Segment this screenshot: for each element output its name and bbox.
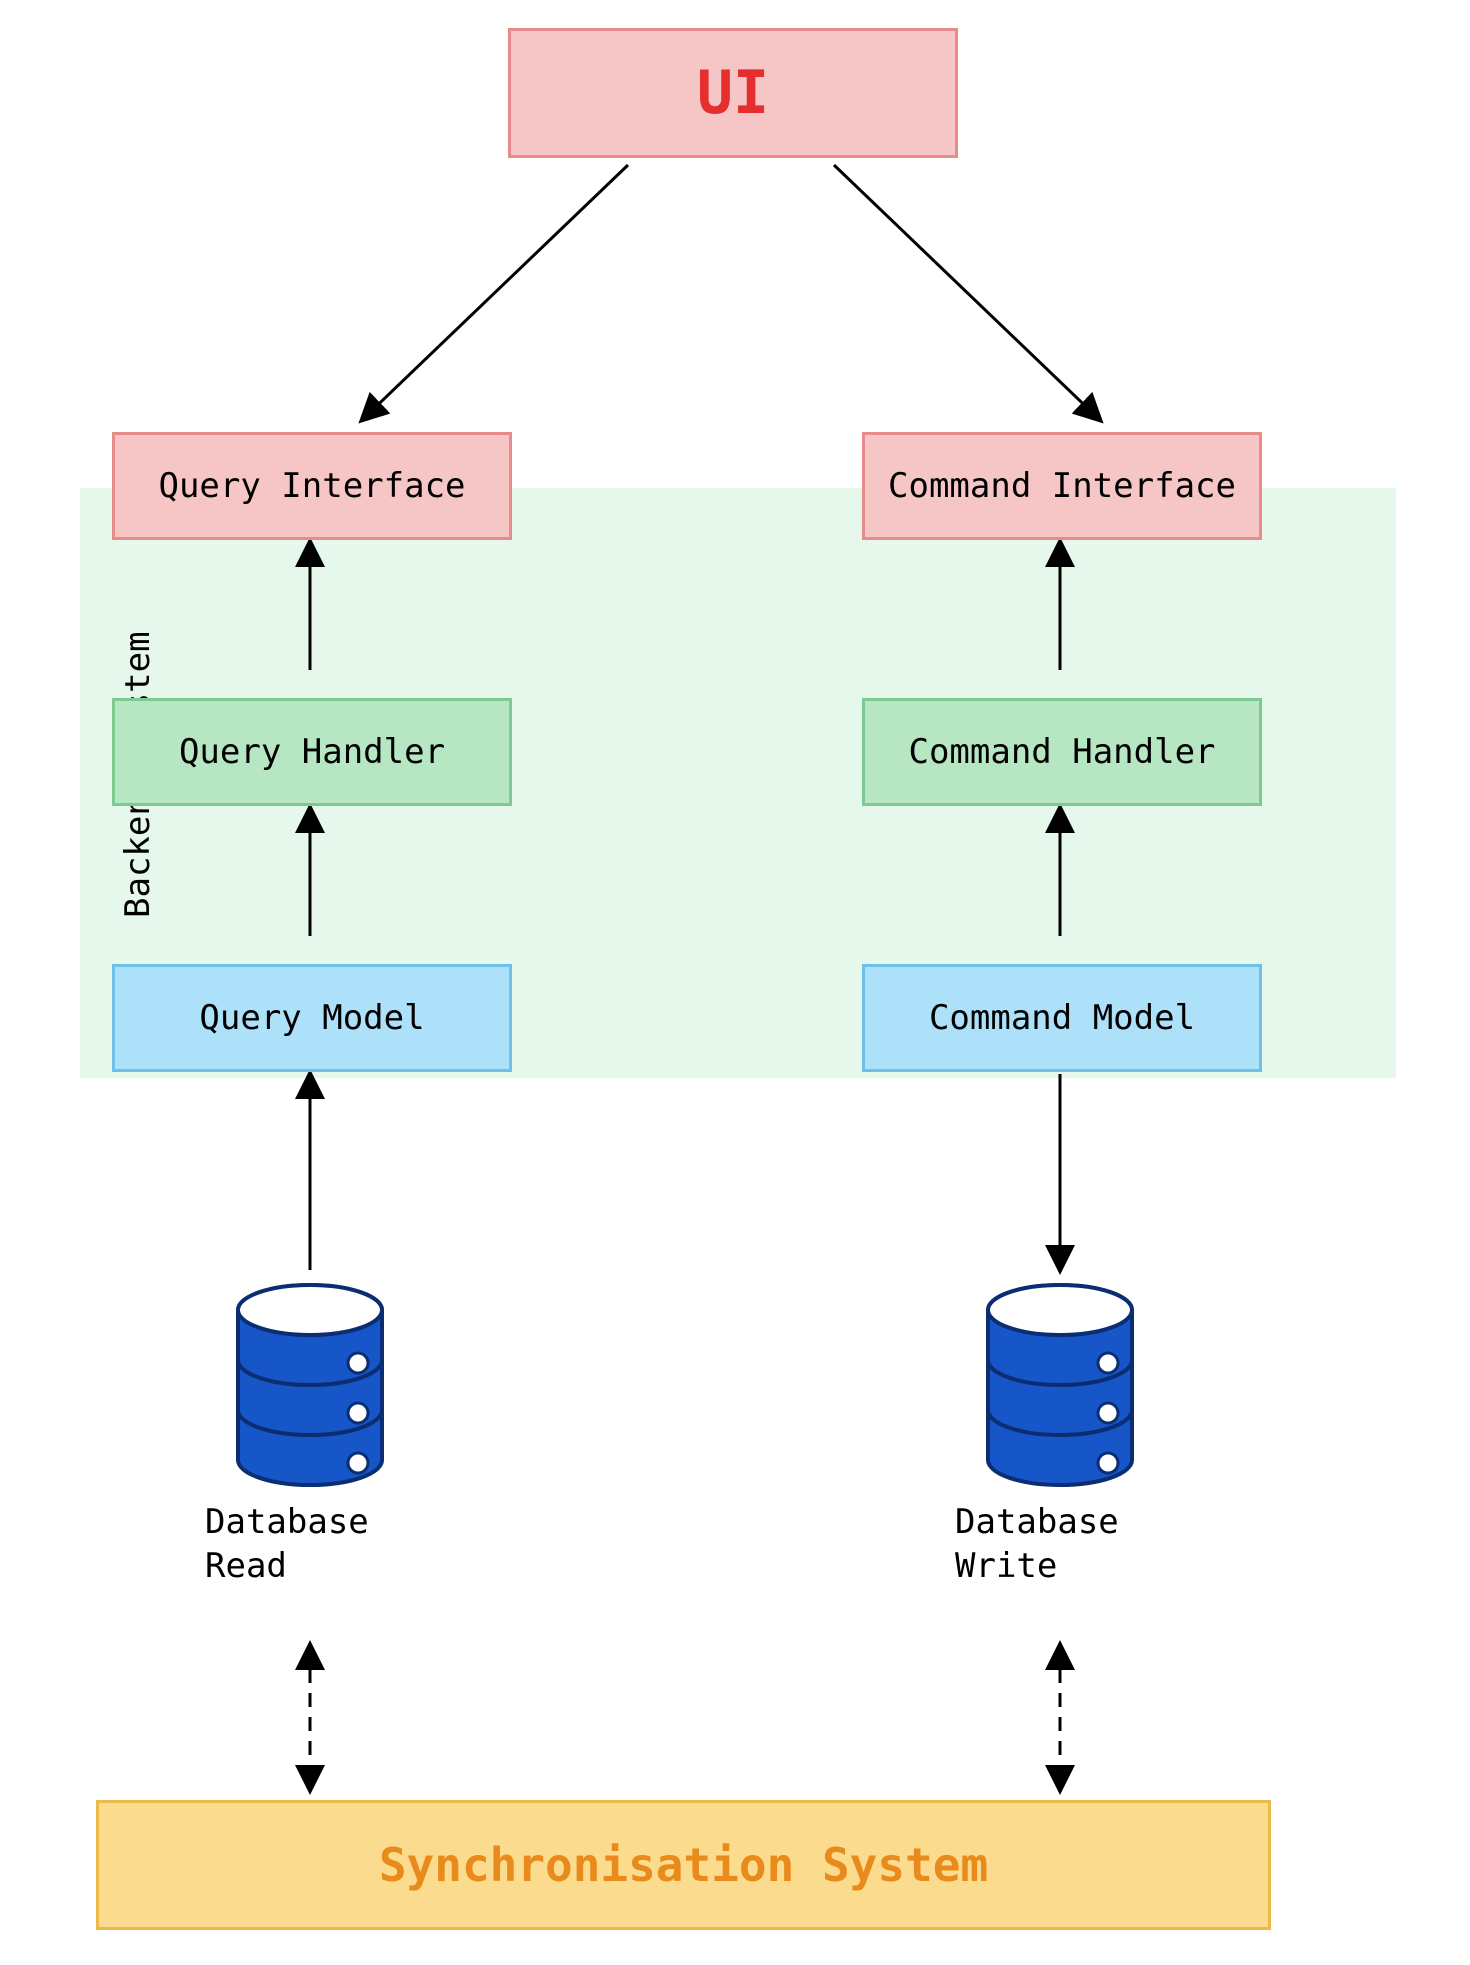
command-handler-label: Command Handler bbox=[908, 732, 1215, 772]
database-write-icon bbox=[988, 1285, 1132, 1485]
command-handler-node: Command Handler bbox=[862, 698, 1262, 806]
diagram-canvas: Backend system bbox=[0, 0, 1470, 1965]
query-interface-node: Query Interface bbox=[112, 432, 512, 540]
edge-ui-to-command-interface bbox=[834, 165, 1100, 420]
command-interface-node: Command Interface bbox=[862, 432, 1262, 540]
query-interface-label: Query Interface bbox=[158, 466, 465, 506]
ui-node: UI bbox=[508, 28, 958, 158]
query-model-node: Query Model bbox=[112, 964, 512, 1072]
edge-ui-to-query-interface bbox=[362, 165, 628, 420]
query-handler-node: Query Handler bbox=[112, 698, 512, 806]
command-interface-label: Command Interface bbox=[888, 466, 1236, 506]
command-model-label: Command Model bbox=[929, 998, 1195, 1038]
query-model-label: Query Model bbox=[199, 998, 424, 1038]
database-read-icon bbox=[238, 1285, 382, 1485]
sync-system-node: Synchronisation System bbox=[96, 1800, 1271, 1930]
db-write-label: Database Write bbox=[955, 1500, 1119, 1588]
sync-system-label: Synchronisation System bbox=[379, 1838, 988, 1892]
query-handler-label: Query Handler bbox=[179, 732, 445, 772]
command-model-node: Command Model bbox=[862, 964, 1262, 1072]
db-read-label: Database Read bbox=[205, 1500, 369, 1588]
ui-node-label: UI bbox=[697, 58, 769, 128]
